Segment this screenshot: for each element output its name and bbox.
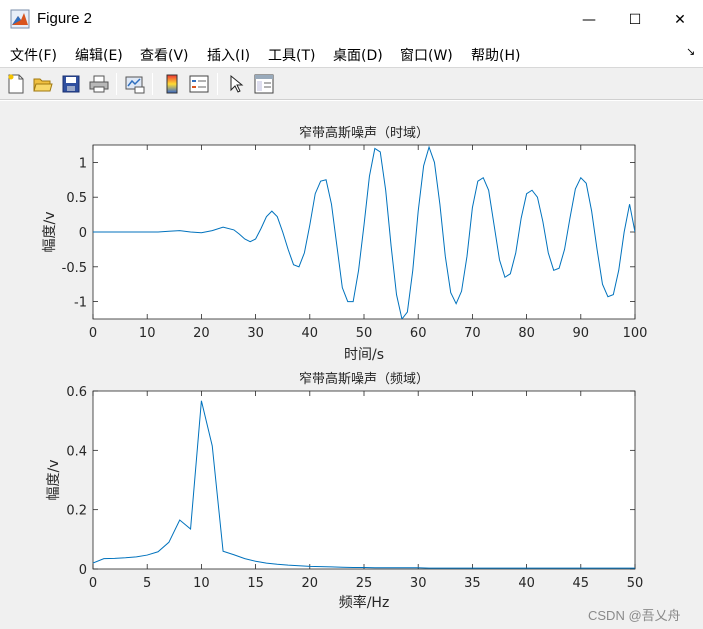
x-tick-label: 10 xyxy=(193,576,210,591)
axes-box xyxy=(92,390,636,570)
x-tick-label: 50 xyxy=(627,576,644,591)
edit-plot-icon[interactable] xyxy=(225,73,247,95)
x-tick-label: 80 xyxy=(518,326,535,341)
menu-help[interactable]: 帮助(H) xyxy=(471,45,520,65)
menu-window[interactable]: 窗口(W) xyxy=(400,45,453,65)
y-tick-label: -0.5 xyxy=(62,261,87,276)
save-icon[interactable] xyxy=(60,73,82,95)
insert-colorbar-icon[interactable] xyxy=(161,73,183,95)
y-tick-label: 0.6 xyxy=(66,385,87,400)
figure-toolbar xyxy=(0,67,703,100)
chart-title: 窄带高斯噪声（时域） xyxy=(299,125,429,141)
x-tick-label: 45 xyxy=(573,576,590,591)
figure-canvas[interactable]: 窄带高斯噪声（时域） 0 10 20 30 40 50 60 70 80 90 100 1 0.5 0 -0.… xyxy=(0,101,703,629)
open-file-icon[interactable] xyxy=(32,73,54,95)
menu-view[interactable]: 查看(V) xyxy=(140,45,189,65)
y-tick-label: 1 xyxy=(79,156,87,171)
plot-canvas[interactable]: 窄带高斯噪声（时域）0 10 20 30 40 50 60 70 80 90 10010.50-0.… xyxy=(0,101,703,629)
menu-file[interactable]: 文件(F) xyxy=(10,45,57,65)
x-tick-label: 40 xyxy=(518,576,535,591)
close-button[interactable]: ✕ xyxy=(657,0,703,40)
x-tick-label: 60 xyxy=(410,326,427,341)
y-tick-label: 0.5 xyxy=(66,191,87,206)
x-tick-label: 100 xyxy=(623,326,648,341)
x-tick-label: 70 xyxy=(464,326,481,341)
new-figure-icon[interactable] xyxy=(5,73,27,95)
axes-box xyxy=(92,144,636,320)
link-plot-icon[interactable] xyxy=(124,73,146,95)
window-title: Figure 2 xyxy=(37,10,93,27)
window-title-bar: Figure 2 — ☐ ✕ xyxy=(0,0,703,40)
y-tick-label: 0.2 xyxy=(66,504,87,519)
watermark: CSDN @吾乂舟 xyxy=(588,608,681,623)
menu-desktop[interactable]: 桌面(D) xyxy=(333,45,383,65)
x-tick-label: 30 xyxy=(410,576,427,591)
x-axis-label: 时间/s xyxy=(344,347,384,363)
y-tick-label: 0.4 xyxy=(66,444,87,459)
toolbar-separator xyxy=(152,73,153,95)
y-axis-label: 幅度/v xyxy=(46,459,62,500)
menu-tools[interactable]: 工具(T) xyxy=(268,45,315,65)
x-tick-label: 20 xyxy=(193,326,210,341)
property-inspector-icon[interactable] xyxy=(253,73,275,95)
x-tick-label: 40 xyxy=(302,326,319,341)
x-tick-label: 25 xyxy=(356,576,373,591)
chart-title: 窄带高斯噪声（频域） xyxy=(299,371,429,387)
menu-edit[interactable]: 编辑(E) xyxy=(75,45,123,65)
y-tick-label: 0 xyxy=(79,226,87,241)
x-tick-label: 35 xyxy=(464,576,481,591)
x-tick-label: 0 xyxy=(89,326,97,341)
menu-insert[interactable]: 插入(I) xyxy=(207,45,250,65)
x-tick-label: 5 xyxy=(143,576,151,591)
minimize-button[interactable]: — xyxy=(566,0,612,40)
toolbar-separator xyxy=(217,73,218,95)
x-tick-label: 50 xyxy=(356,326,373,341)
x-tick-label: 10 xyxy=(139,326,156,341)
matlab-logo-icon xyxy=(10,9,30,29)
x-tick-label: 90 xyxy=(573,326,590,341)
x-tick-label: 0 xyxy=(89,576,97,591)
x-tick-label: 30 xyxy=(247,326,264,341)
y-tick-label: -1 xyxy=(74,296,87,311)
dock-arrow-icon[interactable]: ↘ xyxy=(686,45,695,58)
y-axis-label: 幅度/v xyxy=(42,211,58,252)
x-tick-label: 15 xyxy=(247,576,264,591)
maximize-button[interactable]: ☐ xyxy=(612,0,658,40)
y-tick-label: 0 xyxy=(79,563,87,578)
x-axis-label: 频率/Hz xyxy=(339,594,390,611)
print-icon[interactable] xyxy=(88,73,110,95)
x-tick-label: 20 xyxy=(302,576,319,591)
menu-bar: 文件(F) 编辑(E) 查看(V) 插入(I) 工具(T) 桌面(D) 窗口(W… xyxy=(0,40,703,67)
insert-legend-icon[interactable] xyxy=(188,73,210,95)
toolbar-separator xyxy=(116,73,117,95)
